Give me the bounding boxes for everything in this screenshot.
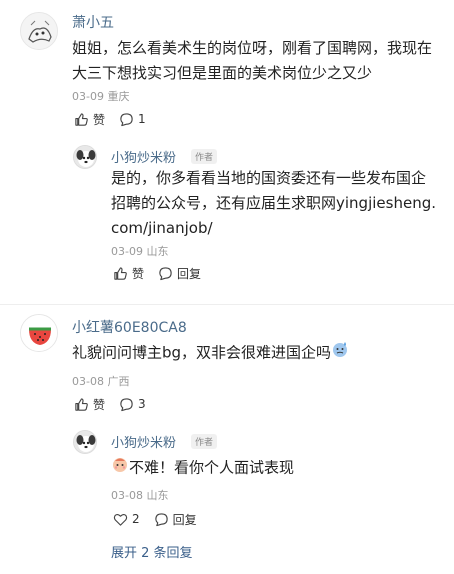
- thumbs-up-icon: [75, 397, 88, 411]
- comment-actions: 赞 3: [74, 395, 160, 413]
- reply-actions: 2 回复: [113, 510, 211, 528]
- reply-text: 不难！看你个人面试表现: [111, 455, 294, 481]
- thumbs-up-icon: [114, 266, 127, 280]
- comment-bubble-icon: [120, 112, 133, 126]
- comment-text-line-1: 姐姐，怎么看美术生的岗位呀，刚看了国聘网，我现在: [72, 39, 433, 57]
- avatar-author[interactable]: [73, 430, 97, 454]
- like-label: 赞: [93, 112, 106, 127]
- dog-avatar-icon: [74, 431, 96, 453]
- reply-text-line-2: 招聘的公众号，还有应届生求职网yingjiesheng.: [111, 194, 436, 212]
- comment-divider: [0, 304, 454, 305]
- comment-actions: 赞 1: [74, 110, 160, 128]
- reply-meta: 03-09 山东: [111, 245, 169, 258]
- reply-author-name[interactable]: 小狗炒米粉: [111, 147, 176, 166]
- reply-actions: 赞 回复: [113, 264, 215, 282]
- sweat-emoji-icon: [331, 340, 349, 366]
- heart-icon: [113, 513, 128, 526]
- like-count: 2: [132, 512, 140, 526]
- avatar-xiaoxiaowu[interactable]: [20, 12, 58, 50]
- watermelon-avatar-icon: [21, 315, 57, 351]
- comment-meta: 03-08 广西: [72, 375, 130, 388]
- reply-button[interactable]: 回复: [154, 511, 197, 528]
- reply-label: 回复: [177, 266, 202, 281]
- author-badge: 作者: [191, 434, 218, 449]
- dog-avatar-icon: [74, 146, 96, 168]
- comment-meta: 03-09 重庆: [72, 90, 130, 103]
- reply-author-name[interactable]: 小狗炒米粉: [111, 432, 176, 451]
- reply-count-button[interactable]: 1: [119, 112, 146, 127]
- avatar-xiaohongshu-user[interactable]: [20, 314, 58, 352]
- reply-meta: 03-08 山东: [111, 489, 169, 502]
- like-button[interactable]: 赞: [74, 111, 105, 128]
- avatar-author[interactable]: [73, 145, 97, 169]
- reply-text-line-1: 是的，你多看看当地的国资委还有一些发布国企: [111, 169, 427, 187]
- reply-button[interactable]: 回复: [158, 265, 201, 282]
- thumbs-up-icon: [75, 112, 88, 126]
- expand-replies-link[interactable]: 展开 2 条回复: [111, 542, 193, 561]
- comment-text-line-2: 大三下想找实习但是里面的美术岗位少之又少: [72, 64, 373, 82]
- comment-bubble-icon: [154, 512, 168, 526]
- comment-bubble-icon: [159, 266, 172, 280]
- reply-label: 回复: [172, 512, 197, 527]
- like-label: 赞: [132, 266, 145, 281]
- commenter-name[interactable]: 小红薯60E80CA8: [72, 317, 187, 337]
- like-button[interactable]: 2: [113, 512, 140, 527]
- comment-bubble-icon: [120, 397, 133, 411]
- reply-text-line-3: com/jinanjob/: [111, 219, 213, 237]
- reply-text-content: 不难！看你个人面试表现: [129, 458, 295, 477]
- comment-text-content: 礼貌问问博主bg，双非会很难进国企吗: [72, 343, 332, 362]
- commenter-name[interactable]: 萧小五: [72, 12, 114, 32]
- reply-count-button[interactable]: 3: [119, 397, 146, 412]
- reply-count: 3: [138, 397, 146, 411]
- cute-face-emoji-icon: [111, 455, 129, 481]
- author-badge: 作者: [191, 149, 218, 164]
- reply-count: 1: [138, 112, 146, 126]
- like-button[interactable]: 赞: [113, 265, 144, 282]
- like-label: 赞: [93, 397, 106, 412]
- sketch-avatar-icon: [21, 13, 57, 49]
- like-button[interactable]: 赞: [74, 396, 105, 413]
- comment-text: 礼貌问问博主bg，双非会很难进国企吗: [72, 340, 349, 366]
